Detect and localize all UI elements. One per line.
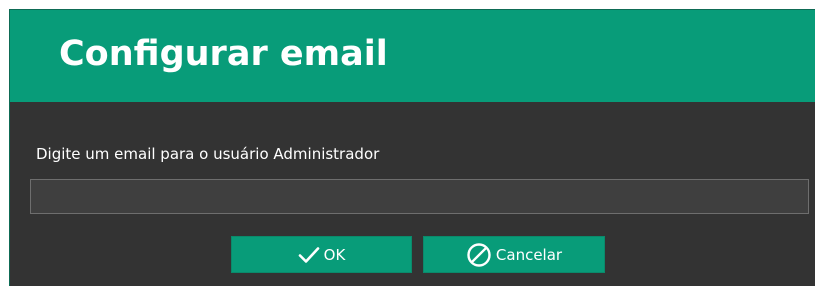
dialog-title-bar: Configurar email	[10, 10, 815, 102]
email-input[interactable]	[30, 179, 809, 214]
dialog-title: Configurar email	[59, 34, 388, 74]
cancel-button-label: Cancelar	[495, 245, 563, 264]
email-prompt-label: Digite um email para o usuário Administr…	[36, 145, 380, 163]
check-icon	[298, 246, 320, 264]
cancel-button[interactable]: Cancelar	[423, 236, 605, 273]
ok-button-label: OK	[323, 245, 346, 264]
ok-button[interactable]: OK	[231, 236, 412, 273]
cancel-icon	[466, 242, 492, 268]
configure-email-dialog: Configurar email Digite um email para o …	[9, 9, 815, 286]
